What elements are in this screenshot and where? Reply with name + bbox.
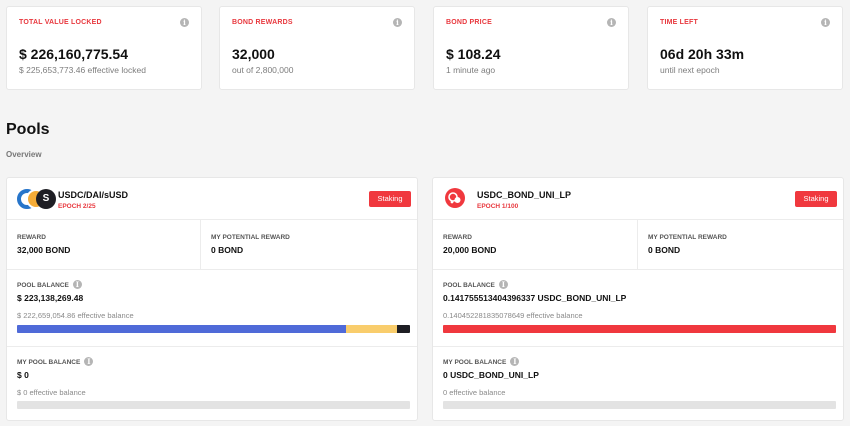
stat-subtext: $ 225,653,773.46 effective locked [19,65,146,75]
pool-balance-bar [443,325,836,333]
potential-reward-label: MY POTENTIAL REWARD [648,234,727,241]
my-balance-value: $ 0 [17,370,29,381]
susd-icon: S [36,189,56,209]
my-balance-value: 0 USDC_BOND_UNI_LP [443,370,539,381]
uniswap-lp-glyph [448,192,461,204]
potential-reward-column: MY POTENTIAL REWARD 0 BOND [201,220,417,269]
stat-value: $ 108.24 [446,46,501,62]
info-icon[interactable]: i [72,280,82,289]
pool-card-usdc-dai-susd[interactable]: S USDC/DAI/sUSD EPOCH 2/25 Staking REWAR… [6,177,418,421]
my-balance-section: MY POOL BALANCE i $ 0 $ 0 effective balan… [7,347,417,420]
pool-balance-label: POOL BALANCE i [443,280,833,289]
potential-reward-column: MY POTENTIAL REWARD 0 BOND [638,220,843,269]
staking-button[interactable]: Staking [369,191,411,207]
potential-reward-value: 0 BOND [648,245,681,255]
stat-subtext: 1 minute ago [446,65,496,75]
info-icon[interactable]: i [84,357,94,366]
info-icon[interactable]: i [607,18,616,27]
stat-label: TOTAL VALUE LOCKED [19,19,102,26]
stat-label: BOND PRICE [446,19,492,26]
info-icon[interactable]: i [510,357,520,366]
pool-header: USDC_BOND_UNI_LP EPOCH 1/100 Staking [433,178,843,220]
pool-balance-effective: $ 222,659,054.86 effective balance [17,311,134,321]
my-balance-label: MY POOL BALANCE i [443,357,833,366]
pool-name: USDC_BOND_UNI_LP [477,190,572,200]
bar-segment-usdc [17,325,346,333]
bar-segment-dai [345,325,397,333]
my-balance-bar [443,401,836,409]
reward-column: REWARD 32,000 BOND [7,220,201,269]
stat-label: TIME LEFT [660,19,698,26]
pool-balance-value: 0.141755513404396337 USDC_BOND_UNI_LP [443,293,627,304]
pool-balance-section: POOL BALANCE i 0.141755513404396337 USDC_… [433,270,843,347]
stat-card-time-left: TIME LEFT i 06d 20h 33m until next epoch [647,6,843,90]
bar-segment-susd [396,325,410,333]
uniswap-lp-icon [445,188,465,208]
stat-subtext: out of 2,800,000 [232,65,294,75]
pool-epoch: EPOCH 2/25 [58,203,96,210]
my-balance-effective: 0 effective balance [443,388,506,398]
section-title: Pools [6,121,50,138]
pool-reward-row: REWARD 20,000 BOND MY POTENTIAL REWARD 0… [433,220,843,270]
reward-label: REWARD [443,234,472,241]
pool-epoch: EPOCH 1/100 [477,203,519,210]
info-icon[interactable]: i [498,280,508,289]
staking-button[interactable]: Staking [795,191,837,207]
pool-name: USDC/DAI/sUSD [58,190,129,200]
pool-balance-section: POOL BALANCE i $ 223,138,269.48 $ 222,659… [7,270,417,347]
stat-label: BOND REWARDS [232,19,293,26]
info-icon[interactable]: i [821,18,830,27]
info-icon[interactable]: i [393,18,402,27]
reward-label: REWARD [17,234,46,241]
my-balance-effective: $ 0 effective balance [17,388,86,398]
reward-column: REWARD 20,000 BOND [433,220,638,269]
my-balance-section: MY POOL BALANCE i 0 USDC_BOND_UNI_LP 0 ef… [433,347,843,420]
stat-card-bond-rewards: BOND REWARDS i 32,000 out of 2,800,000 [219,6,415,90]
pool-balance-effective: 0.140452281835078649 effective balance [443,311,583,321]
section-subtitle: Overview [6,150,42,159]
pool-reward-row: REWARD 32,000 BOND MY POTENTIAL REWARD 0… [7,220,417,270]
stat-value: 06d 20h 33m [660,46,745,62]
stat-value: 32,000 [232,46,275,62]
stat-subtext: until next epoch [660,65,720,75]
pool-balance-value: $ 223,138,269.48 [17,293,84,304]
pool-balance-bar [17,325,410,333]
reward-value: 20,000 BOND [443,245,497,255]
stat-card-bond-price: BOND PRICE i $ 108.24 1 minute ago [433,6,629,90]
potential-reward-value: 0 BOND [211,245,244,255]
info-icon[interactable]: i [180,18,189,27]
bar-segment-usdc-bond-uni-lp [443,325,836,333]
stat-value: $ 226,160,775.54 [19,46,128,62]
my-balance-label: MY POOL BALANCE i [17,357,407,366]
stat-card-total-value-locked: TOTAL VALUE LOCKED i $ 226,160,775.54 $ … [6,6,202,90]
my-balance-bar [17,401,410,409]
pool-header: S USDC/DAI/sUSD EPOCH 2/25 Staking [7,178,417,220]
pool-balance-label: POOL BALANCE i [17,280,407,289]
pool-card-usdc-bond-uni-lp[interactable]: USDC_BOND_UNI_LP EPOCH 1/100 Staking REW… [432,177,844,421]
potential-reward-label: MY POTENTIAL REWARD [211,234,290,241]
reward-value: 32,000 BOND [17,245,71,255]
